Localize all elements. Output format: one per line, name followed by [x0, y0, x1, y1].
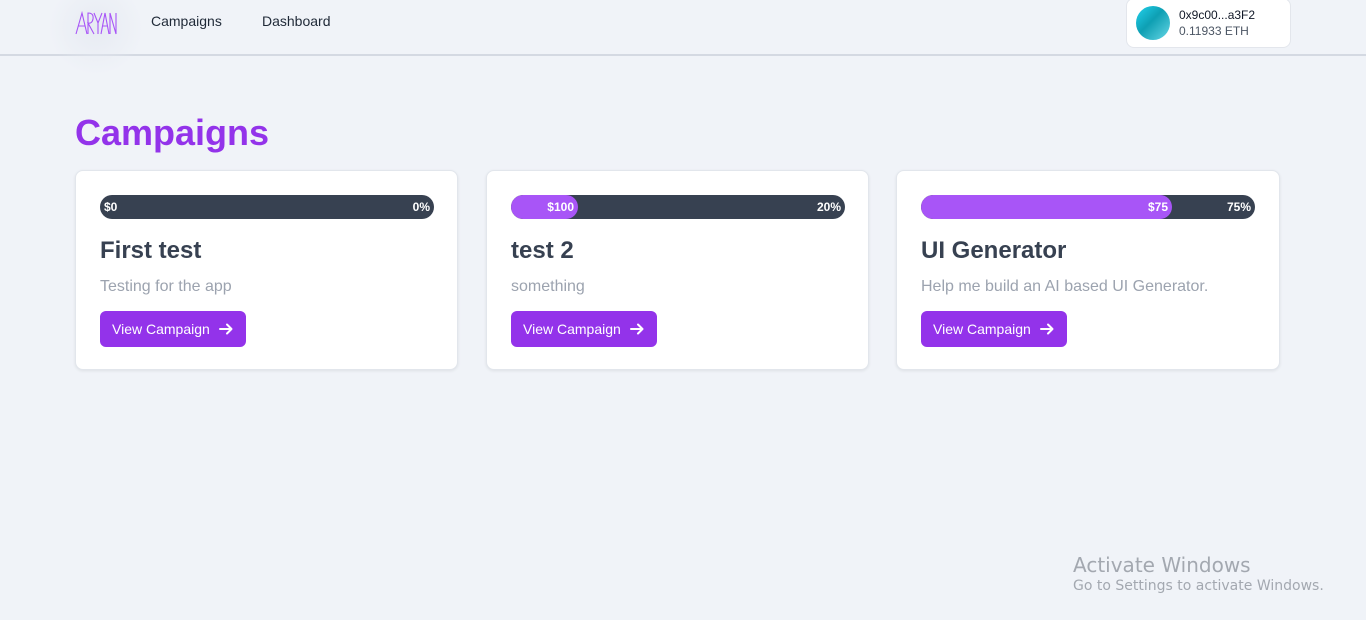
- view-campaign-button[interactable]: View Campaign: [511, 311, 657, 347]
- arrow-right-icon: [218, 323, 233, 335]
- wallet-balance: 0.11933 ETH: [1179, 24, 1249, 38]
- page-title: Campaigns: [75, 112, 270, 153]
- progress-amount: $100: [547, 200, 574, 214]
- progress-bar: $100 20%: [511, 195, 845, 219]
- view-campaign-label: View Campaign: [933, 321, 1031, 337]
- view-campaign-label: View Campaign: [523, 321, 621, 337]
- arrow-right-icon: [629, 323, 644, 335]
- watermark-subtitle: Go to Settings to activate Windows.: [1073, 578, 1324, 594]
- progress-percent: 0%: [412, 200, 430, 214]
- progress-bar: $75 75%: [921, 195, 1255, 219]
- wallet-button[interactable]: 0x9c00...a3F2 0.11933 ETH: [1126, 0, 1291, 48]
- brand-logo[interactable]: [74, 8, 118, 38]
- campaign-title: test 2: [511, 237, 574, 264]
- progress-amount: $0: [104, 200, 118, 214]
- watermark-title: Activate Windows: [1073, 553, 1251, 577]
- view-campaign-label: View Campaign: [112, 321, 210, 337]
- arrow-right-icon: [1039, 323, 1054, 335]
- progress-bar: $0 0%: [100, 195, 434, 219]
- campaign-description: something: [511, 278, 585, 295]
- progress-amount: $75: [1147, 200, 1168, 214]
- progress-fill: [921, 195, 1172, 219]
- brand-logo-icon: [75, 10, 117, 35]
- view-campaign-button[interactable]: View Campaign: [921, 311, 1067, 347]
- campaign-description: Testing for the app: [100, 278, 232, 295]
- campaign-title: UI Generator: [921, 237, 1067, 264]
- view-campaign-button[interactable]: View Campaign: [100, 311, 246, 347]
- campaign-description: Help me build an AI based UI Generator.: [921, 278, 1209, 295]
- wallet-avatar: [1136, 6, 1170, 40]
- nav-dashboard[interactable]: Dashboard: [262, 13, 331, 30]
- wallet-address: 0x9c00...a3F2: [1179, 8, 1256, 22]
- nav-campaigns[interactable]: Campaigns: [151, 13, 222, 30]
- progress-percent: 20%: [816, 200, 841, 214]
- navbar: Campaigns Dashboard 0x9c00...a3F2 0.1193…: [0, 0, 1366, 76]
- campaign-card: $0 0% First test Testing for the app Vie…: [75, 170, 458, 370]
- campaign-card: $100 20% test 2 something View Campaign: [486, 170, 869, 370]
- progress-percent: 75%: [1226, 200, 1251, 214]
- campaign-card: $75 75% UI Generator Help me build an AI…: [896, 170, 1280, 370]
- campaign-title: First test: [100, 237, 202, 264]
